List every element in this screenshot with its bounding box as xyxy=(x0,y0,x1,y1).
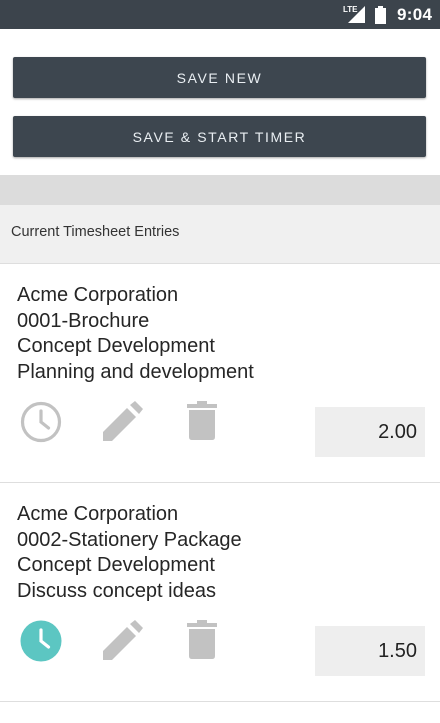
divider xyxy=(0,175,440,205)
entry-client: Acme Corporation xyxy=(17,503,179,525)
signal-icon: LTE xyxy=(343,4,367,29)
entry-project: 0002-Stationery Package xyxy=(17,528,242,551)
save-start-timer-button[interactable]: SAVE & START TIMER xyxy=(13,116,426,157)
trash-icon[interactable] xyxy=(186,401,218,446)
save-new-button[interactable]: SAVE NEW xyxy=(13,57,426,98)
entry-client: Acme Corporation xyxy=(17,284,179,306)
trash-icon[interactable] xyxy=(186,620,218,665)
clock-icon[interactable] xyxy=(20,620,62,667)
hours-field[interactable]: 2.00 xyxy=(315,407,425,457)
entry-details: Acme Corporation 0002-Stationery Package… xyxy=(17,502,242,605)
network-label: LTE xyxy=(343,5,358,14)
battery-icon xyxy=(374,6,388,30)
entry-description: Discuss concept ideas xyxy=(17,580,216,603)
entry-details: Acme Corporation 0001-Brochure Concept D… xyxy=(17,283,254,386)
entry-project: 0001-Brochure xyxy=(17,309,150,332)
timesheet-entry: Acme Corporation 0001-Brochure Concept D… xyxy=(0,264,440,483)
status-time: 9:04 xyxy=(397,5,433,24)
entry-task: Concept Development xyxy=(17,554,215,577)
section-header: Current Timesheet Entries xyxy=(0,205,440,264)
entry-task: Concept Development xyxy=(17,335,215,358)
section-title: Current Timesheet Entries xyxy=(11,224,180,240)
entry-description: Planning and development xyxy=(17,361,254,384)
pencil-icon[interactable] xyxy=(101,401,143,448)
hours-field[interactable]: 1.50 xyxy=(315,626,425,676)
clock-icon[interactable] xyxy=(20,401,62,448)
pencil-icon[interactable] xyxy=(101,620,143,667)
timesheet-entry: Acme Corporation 0002-Stationery Package… xyxy=(0,483,440,702)
status-bar: LTE 9:04 xyxy=(0,0,440,29)
